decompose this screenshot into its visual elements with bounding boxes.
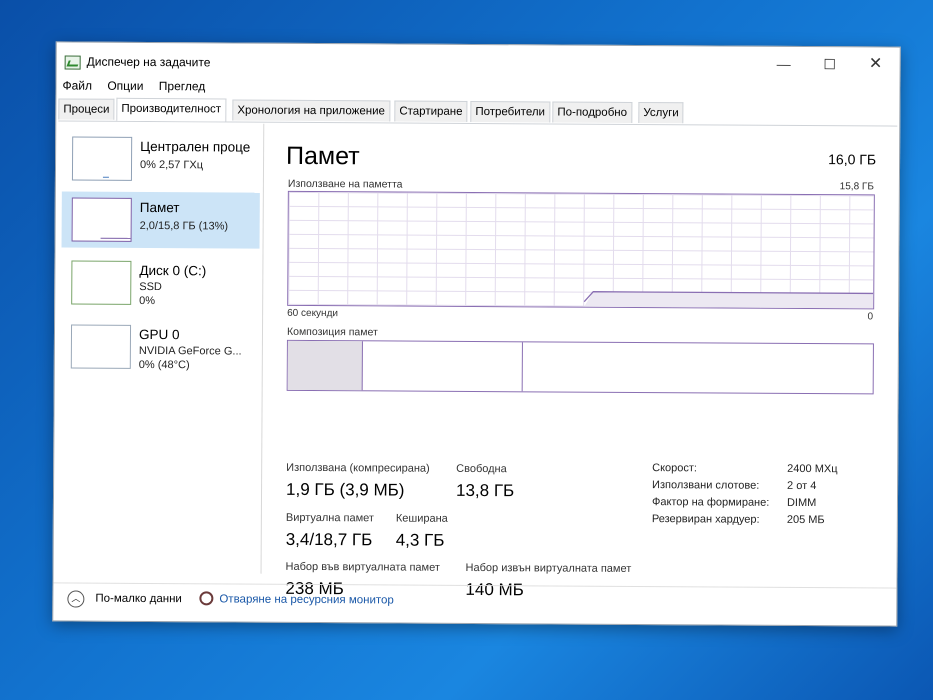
- resource-item-cpu[interactable]: Централен проце 0% 2,57 ГХц: [62, 130, 260, 187]
- in-use-value: 1,9 ГБ (3,9 МБ): [285, 479, 405, 500]
- footer-bar: ︿ По-малко данни Отваряне на ресурсния м…: [53, 582, 897, 619]
- close-button[interactable]: ✕: [856, 51, 896, 77]
- resource-subtitle: 0% 2,57 ГХц: [139, 158, 204, 172]
- open-resource-monitor-link[interactable]: Отваряне на ресурсния монитор: [219, 593, 394, 606]
- paged-pool-label: Набор във виртуалната памет: [285, 560, 440, 574]
- form-factor-value: DIMM: [786, 496, 817, 510]
- maximize-button[interactable]: ☐: [810, 51, 850, 77]
- cached-value: 4,3 ГБ: [395, 530, 445, 550]
- slots-label: Използвани слотове:: [652, 479, 760, 492]
- form-factor-label: Фактор на формиране:: [651, 496, 770, 509]
- resource-subtitle: 2,0/15,8 ГБ (13%): [139, 219, 229, 233]
- available-label: Свободна: [456, 462, 507, 476]
- gpu-thumbnail-graph: [70, 324, 132, 369]
- nonpaged-pool-label: Набор извън виртуалната памет: [465, 561, 632, 575]
- composition-label: Композиция памет: [286, 325, 378, 339]
- usage-graph-max: 15,8 ГБ: [839, 181, 874, 193]
- speed-label: Скорост:: [652, 462, 698, 475]
- memory-panel: Памет 16,0 ГБ Използване на паметта 15,8…: [284, 124, 877, 599]
- menu-file[interactable]: Файл: [62, 78, 92, 92]
- task-manager-window: Диспечер на задачите — ☐ ✕ Файл Опции Пр…: [52, 41, 901, 627]
- tab-services[interactable]: Услуги: [638, 101, 684, 124]
- memory-usage-line: [583, 291, 874, 309]
- committed-value: 3,4/18,7 ГБ: [285, 529, 373, 550]
- tab-startup[interactable]: Стартиране: [394, 100, 468, 122]
- menu-bar: Файл Опции Преглед: [56, 78, 211, 97]
- resource-subtitle: SSD: [139, 280, 162, 294]
- menu-view[interactable]: Преглед: [159, 79, 206, 93]
- resource-subtitle: NVIDIA GeForce G...: [138, 344, 242, 358]
- cpu-thumbnail-graph: [71, 136, 133, 181]
- memory-thumbnail-graph: [71, 197, 132, 242]
- tab-users[interactable]: Потребители: [470, 100, 551, 123]
- disk-thumbnail-graph: [71, 260, 132, 305]
- resource-title: Диск 0 (C:): [139, 262, 207, 279]
- resource-item-memory[interactable]: Памет 2,0/15,8 ГБ (13%): [61, 191, 260, 249]
- page-title: Памет: [285, 141, 360, 171]
- reserved-label: Резервиран хардуер:: [651, 513, 760, 526]
- menu-options[interactable]: Опции: [107, 79, 143, 93]
- window-title: Диспечер на задачите: [86, 54, 211, 70]
- usage-graph-label: Използване на паметта: [287, 177, 403, 191]
- memory-composition-bar: [286, 339, 874, 395]
- title-bar: Диспечер на задачите — ☐ ✕: [57, 42, 900, 79]
- composition-cached-divider: [521, 342, 523, 392]
- resource-detail: 0% (48°C): [138, 358, 190, 372]
- resource-item-gpu[interactable]: GPU 0 NVIDIA GeForce G... 0% (48°C): [61, 318, 259, 375]
- memory-total: 16,0 ГБ: [828, 151, 877, 168]
- tab-app-history[interactable]: Хронология на приложение: [232, 99, 391, 122]
- resource-monitor-icon[interactable]: [199, 591, 214, 606]
- graph-axis-start: 60 секунди: [287, 307, 339, 320]
- memory-usage-graph: [287, 190, 875, 310]
- composition-in-use: [287, 340, 363, 391]
- committed-label: Виртуална памет: [285, 511, 375, 525]
- resource-detail: 0%: [139, 294, 156, 308]
- resource-title: GPU 0: [138, 326, 180, 343]
- speed-value: 2400 MXц: [787, 462, 838, 476]
- resource-title: Памет: [139, 199, 180, 216]
- graph-axis-end: 0: [867, 311, 874, 323]
- available-value: 13,8 ГБ: [455, 480, 515, 501]
- tab-details[interactable]: По-подробно: [552, 101, 633, 123]
- resource-item-disk[interactable]: Диск 0 (C:) SSD 0%: [61, 254, 259, 311]
- slots-value: 2 от 4: [787, 479, 817, 493]
- resource-list: Централен проце 0% 2,57 ГХц Памет 2,0/15…: [55, 122, 265, 574]
- chevron-up-icon[interactable]: ︿: [67, 590, 85, 608]
- tab-processes[interactable]: Процеси: [58, 98, 115, 120]
- minimize-button[interactable]: —: [764, 51, 804, 77]
- reserved-value: 205 МБ: [786, 513, 825, 527]
- task-manager-icon: [64, 55, 81, 70]
- resource-title: Централен проце: [140, 138, 251, 155]
- tab-performance[interactable]: Производителност: [116, 97, 227, 122]
- cached-label: Кеширана: [395, 512, 448, 525]
- in-use-label: Използвана (компресирана): [286, 461, 430, 475]
- fewer-details-link[interactable]: По-малко данни: [95, 593, 182, 606]
